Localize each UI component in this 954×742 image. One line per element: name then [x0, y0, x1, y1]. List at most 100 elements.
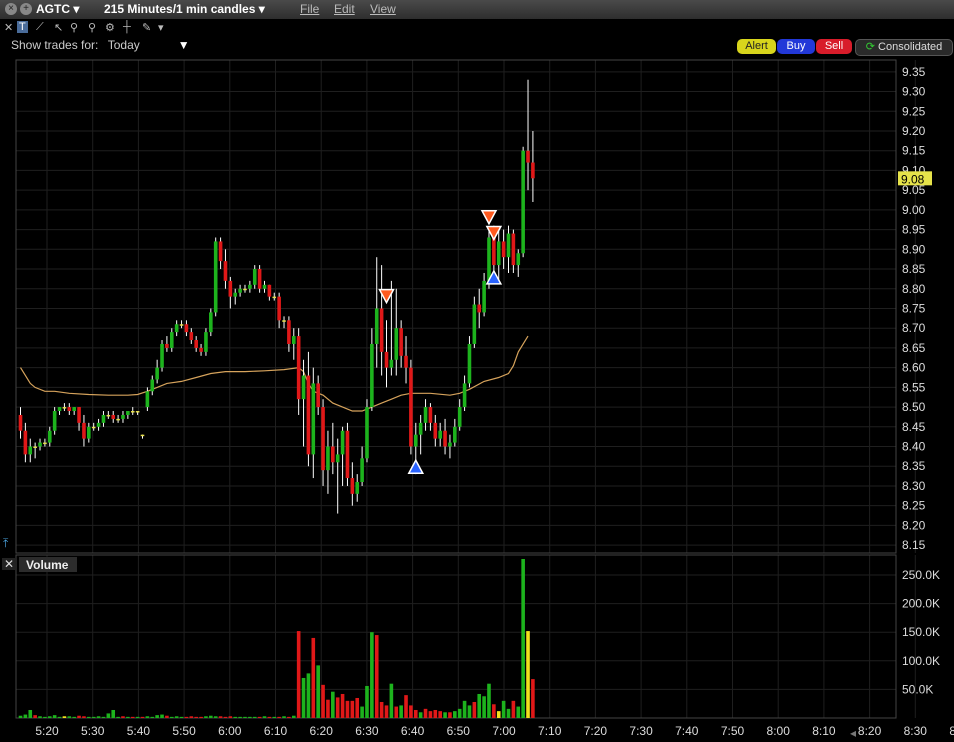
toolbar-dropdown-icon[interactable]: ▾ — [158, 21, 164, 34]
candle-body — [418, 422, 423, 435]
volume-bar — [521, 559, 525, 718]
menu-file[interactable]: File — [300, 2, 319, 16]
candle-body — [43, 442, 47, 445]
close-icon[interactable]: ✕ — [4, 21, 13, 34]
volume-bar — [311, 637, 316, 718]
candle-body — [243, 288, 247, 291]
volume-bar — [370, 632, 374, 718]
candle-body — [335, 454, 340, 463]
volume-bar — [496, 711, 501, 718]
volume-bar — [145, 716, 150, 718]
candle-body — [355, 482, 360, 494]
volume-bar — [316, 665, 320, 718]
candle-body — [101, 414, 106, 423]
price-tick-label: 8.55 — [902, 380, 926, 394]
volume-bar — [389, 683, 394, 718]
candle-body — [121, 414, 125, 419]
price-tick-label: 8.50 — [902, 400, 926, 414]
time-tick-label: 8:10 — [812, 724, 836, 738]
volume-bar — [28, 709, 33, 718]
volume-tick-label: 50.0K — [902, 682, 933, 696]
draw-tool-icon[interactable]: ✎ — [142, 21, 151, 34]
trades-filter-row: Show trades for: Today ▼ — [11, 38, 190, 52]
volume-bar — [526, 631, 530, 718]
price-tick-label: 9.00 — [902, 203, 926, 217]
volume-bar — [448, 712, 452, 718]
candle-body — [321, 407, 325, 471]
add-window-icon[interactable]: + — [20, 3, 32, 15]
bar-type-icon[interactable]: ┼ — [123, 21, 131, 33]
time-tick-label: 6:20 — [310, 724, 334, 738]
sell-marker-icon[interactable] — [480, 210, 498, 226]
zoom-in-icon[interactable]: ⚲ — [70, 21, 78, 34]
price-tick-label: 8.85 — [902, 262, 926, 276]
volume-bar — [428, 711, 433, 718]
alert-button[interactable]: Alert — [737, 39, 776, 54]
candle-body — [326, 446, 330, 471]
sell-button[interactable]: Sell — [816, 39, 852, 54]
volume-bar — [248, 716, 252, 718]
candle-body — [150, 379, 155, 392]
candle-body — [306, 375, 311, 455]
time-tick-label: 8:20 — [858, 724, 882, 738]
zoom-out-icon[interactable]: ⚲ — [88, 21, 96, 34]
candle-body — [28, 446, 33, 455]
volume-bar — [301, 677, 306, 718]
volume-bar — [160, 714, 164, 718]
candle-body — [433, 422, 438, 439]
trades-filter-select[interactable]: Today ▼ — [108, 38, 190, 52]
candle-body — [477, 304, 482, 313]
settings-icon[interactable]: ⚙ — [105, 21, 115, 34]
candle-body — [257, 269, 262, 289]
volume-bar — [111, 709, 116, 718]
candle-body — [443, 430, 447, 447]
volume-bar — [106, 713, 111, 718]
candle-body — [252, 269, 257, 285]
volume-bar — [18, 715, 23, 718]
volume-bar — [413, 709, 418, 718]
volume-bar — [57, 716, 62, 718]
candle-body — [204, 332, 208, 352]
menu-view[interactable]: View — [370, 2, 396, 16]
time-tick-label: 7:20 — [584, 724, 608, 738]
consolidated-label: Consolidated — [878, 41, 943, 53]
close-window-icon[interactable]: × — [5, 3, 17, 15]
scroll-right-icon[interactable]: ◂ — [850, 726, 856, 740]
buy-button[interactable]: Buy — [777, 39, 815, 54]
volume-bar — [409, 705, 413, 718]
volume-bar — [169, 716, 174, 718]
price-panel-border — [15, 59, 897, 554]
candle-body — [140, 434, 145, 437]
line-tool-icon[interactable]: ⟋ — [36, 21, 44, 34]
menu-edit[interactable]: Edit — [334, 2, 355, 16]
volume-bar — [296, 631, 301, 718]
price-tick-label: 8.45 — [902, 420, 926, 434]
volume-bar — [116, 716, 120, 718]
volume-bar — [233, 716, 238, 718]
candle-body — [394, 328, 399, 360]
candle-body — [526, 150, 530, 163]
candle-body — [428, 407, 433, 423]
price-chart[interactable]: 9.359.309.259.209.159.109.059.008.958.90… — [0, 55, 954, 742]
candle-body — [311, 383, 316, 455]
symbol-selector[interactable]: AGTC ▾ — [36, 2, 79, 16]
candle-body — [223, 261, 228, 281]
candle-body — [272, 296, 277, 299]
candle-body — [248, 284, 252, 289]
interval-selector[interactable]: 215 Minutes/1 min candles ▾ — [104, 2, 265, 16]
volume-bar — [47, 716, 52, 718]
consolidated-button[interactable]: ⟳ Consolidated — [855, 39, 953, 56]
candle-body — [506, 233, 511, 258]
volume-bar — [306, 673, 311, 718]
volume-bar — [140, 716, 145, 718]
candle-body — [130, 411, 135, 413]
scroll-marker-icon[interactable]: ⤒ — [3, 536, 9, 550]
volume-bar — [511, 700, 516, 718]
volume-bar — [52, 715, 57, 718]
volume-bar — [243, 716, 247, 718]
cursor-tool-icon[interactable]: ↖ — [54, 21, 63, 34]
candle-body — [199, 347, 203, 352]
candle-body — [91, 426, 96, 429]
window-title-bar: × + AGTC ▾ 215 Minutes/1 min candles ▾ F… — [0, 0, 954, 20]
text-tool-icon[interactable]: T — [17, 21, 28, 33]
